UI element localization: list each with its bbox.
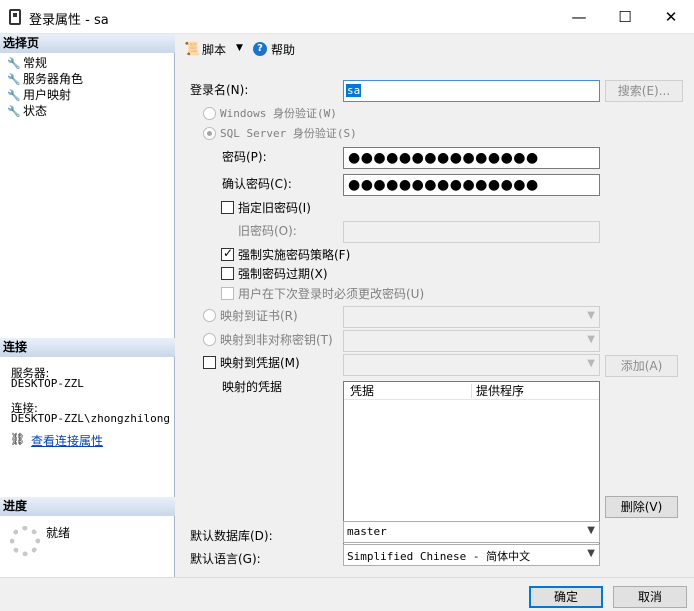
password-mask: ●●●●●●●●●●●●●●● [348, 150, 539, 166]
add-credential-button[interactable]: 添加(A) [605, 355, 678, 377]
enforce-expiry-label: 强制密码过期(X) [238, 267, 328, 281]
specify-old-password-label: 指定旧密码(I) [238, 201, 311, 215]
maximize-button[interactable]: ☐ [602, 0, 648, 34]
page-item-status[interactable]: 🔧 状态 [7, 103, 47, 119]
help-icon: ? [253, 42, 267, 56]
map-to-certificate-label: 映射到证书(R) [220, 309, 298, 323]
map-to-asym-key-label: 映射到非对称密钥(T) [220, 333, 333, 347]
login-name-label: 登录名(N): [190, 83, 249, 97]
chevron-down-icon: ▼ [587, 334, 595, 345]
sql-auth-radio[interactable] [203, 127, 216, 140]
old-password-input[interactable] [343, 221, 600, 243]
page-item-label: 服务器角色 [23, 72, 84, 86]
window-icon [9, 9, 21, 25]
credential-combo[interactable]: ▼ [343, 354, 600, 376]
old-password-label: 旧密码(O): [238, 224, 297, 238]
page-item-label: 状态 [23, 104, 48, 118]
search-button[interactable]: 搜索(E)... [605, 80, 683, 102]
chevron-down-icon: ▼ [587, 358, 595, 369]
page-item-label: 常规 [23, 56, 48, 70]
connection-header: 连接 [0, 338, 175, 357]
login-name-value: sa [346, 84, 362, 97]
delete-credential-button[interactable]: 删除(V) [605, 496, 678, 518]
server-value: DESKTOP-ZZL [11, 377, 84, 390]
page-item-label: 用户映射 [23, 88, 72, 102]
connection-icon: ⛓ [10, 432, 26, 446]
confirm-password-mask: ●●●●●●●●●●●●●●● [348, 177, 539, 193]
windows-auth-label: Windows 身份验证(W) [220, 107, 337, 120]
must-change-checkbox[interactable] [221, 287, 234, 300]
window-title: 登录属性 - sa [29, 13, 109, 28]
default-database-combo[interactable]: master ▼ [343, 521, 600, 543]
connection-value: DESKTOP-ZZL\zhongzhilong [11, 412, 170, 425]
view-connection-properties-link[interactable]: 查看连接属性 [31, 432, 103, 449]
chevron-down-icon: ▼ [587, 310, 595, 321]
mapped-credentials-label: 映射的凭据 [222, 380, 283, 394]
chevron-down-icon[interactable]: ▼ [236, 43, 243, 53]
password-label: 密码(P): [222, 150, 267, 164]
left-pane: 选择页 🔧 常规 🔧 服务器角色 🔧 用户映射 🔧 状态 连接 服务器: DESKTOP… [0, 34, 175, 577]
wrench-icon: 🔧 [7, 73, 21, 86]
map-to-credential-checkbox[interactable] [203, 356, 216, 369]
enforce-policy-checkbox[interactable] [221, 246, 234, 261]
default-database-label: 默认数据库(D): [190, 529, 273, 543]
sql-auth-label: SQL Server 身份验证(S) [220, 127, 357, 140]
select-page-header: 选择页 [0, 34, 175, 53]
must-change-label: 用户在下次登录时必须更改密码(U) [238, 287, 425, 301]
map-to-credential-label: 映射到凭据(M) [220, 356, 300, 370]
windows-auth-radio[interactable] [203, 107, 216, 120]
specify-old-password-checkbox[interactable] [221, 201, 234, 214]
minimize-button[interactable]: — [556, 0, 602, 34]
script-button[interactable]: 脚本 [202, 42, 226, 58]
enforce-expiry-checkbox[interactable] [221, 267, 234, 280]
wrench-icon: 🔧 [7, 89, 21, 102]
dialog-footer: 确定 取消 [0, 577, 694, 611]
wrench-icon: 🔧 [7, 105, 21, 118]
chevron-down-icon: ▼ [587, 548, 595, 559]
default-language-value: Simplified Chinese - 简体中文 [347, 550, 531, 563]
close-button[interactable]: ✕ [648, 0, 694, 34]
enforce-policy-label: 强制实施密码策略(F) [238, 248, 351, 262]
default-language-label: 默认语言(G): [190, 552, 261, 566]
password-input[interactable]: ●●●●●●●●●●●●●●● [343, 147, 600, 169]
main-pane: 📜 脚本 ▼ ? 帮助 登录名(N): sa 搜索(E)... Windows … [176, 34, 694, 577]
wrench-icon: 🔧 [7, 57, 21, 70]
login-name-input[interactable]: sa [343, 80, 600, 102]
page-item-user-mapping[interactable]: 🔧 用户映射 [7, 87, 71, 103]
provider-column-header[interactable]: 提供程序 [476, 383, 524, 399]
asym-key-combo[interactable]: ▼ [343, 330, 600, 352]
title-bar: 登录属性 - sa — ☐ ✕ [0, 0, 694, 34]
cancel-button[interactable]: 取消 [613, 586, 687, 608]
chevron-down-icon: ▼ [587, 525, 595, 536]
page-item-general[interactable]: 🔧 常规 [7, 55, 47, 71]
confirm-password-label: 确认密码(C): [222, 177, 292, 191]
default-language-combo[interactable]: Simplified Chinese - 简体中文 ▼ [343, 544, 600, 566]
map-to-certificate-radio[interactable] [203, 309, 216, 322]
certificate-combo[interactable]: ▼ [343, 306, 600, 328]
page-item-server-roles[interactable]: 🔧 服务器角色 [7, 71, 83, 87]
script-icon: 📜 [184, 42, 201, 57]
ok-button[interactable]: 确定 [529, 586, 603, 608]
credential-column-header[interactable]: 凭据 [350, 383, 374, 399]
column-divider[interactable] [471, 384, 472, 398]
map-to-asym-key-radio[interactable] [203, 333, 216, 346]
help-button[interactable]: 帮助 [271, 42, 295, 58]
progress-spinner-icon [10, 526, 40, 556]
default-database-value: master [347, 525, 387, 538]
progress-status: 就绪 [46, 526, 71, 540]
list-header: 凭据 提供程序 [344, 382, 599, 400]
confirm-password-input[interactable]: ●●●●●●●●●●●●●●● [343, 174, 600, 196]
progress-header: 进度 [0, 497, 175, 516]
